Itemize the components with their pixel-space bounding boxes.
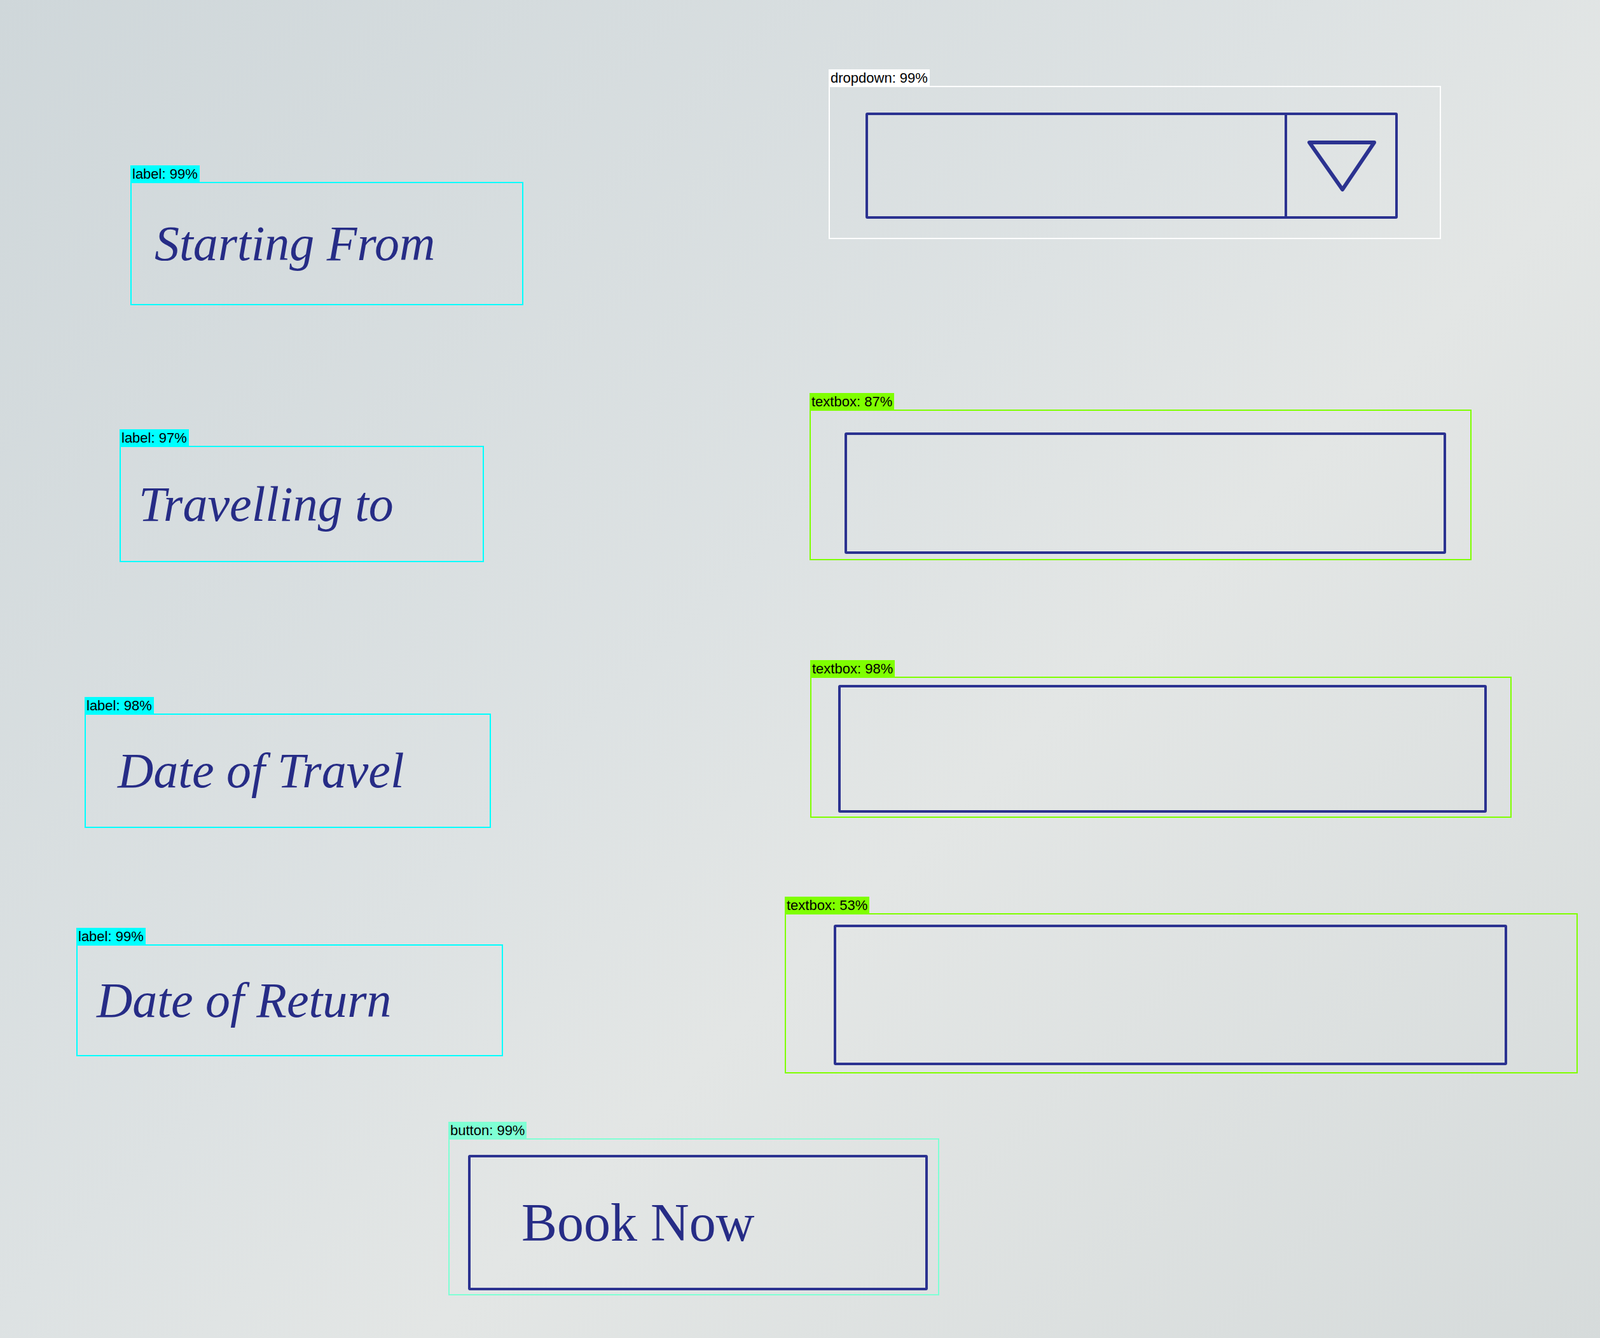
handwritten-label: Starting From <box>154 214 435 273</box>
dropdown-field[interactable] <box>868 115 1285 217</box>
label-detection: label: 98%Date of Travel <box>84 713 491 828</box>
label-detection: label: 99%Date of Return <box>76 944 504 1057</box>
label-detection: label: 97%Travelling to <box>119 445 484 563</box>
label-detection: label: 99%Starting From <box>130 181 524 306</box>
textbox-detection: textbox: 87% <box>809 409 1472 561</box>
textbox-sketch[interactable] <box>838 684 1487 813</box>
detection-tag: button: 99% <box>448 1121 527 1139</box>
sketch-photo: dropdown: 99%label: 99%Starting Fromtext… <box>0 0 1600 1338</box>
detection-tag: label: 97% <box>119 429 189 447</box>
detection-tag: dropdown: 99% <box>828 69 930 87</box>
dropdown-arrow[interactable] <box>1284 115 1396 217</box>
dropdown-sketch[interactable] <box>865 112 1398 219</box>
detection-tag: textbox: 98% <box>810 660 895 678</box>
button-label: Book Now <box>470 1191 755 1254</box>
textbox-sketch[interactable] <box>833 924 1508 1066</box>
textbox-sketch[interactable] <box>844 432 1447 554</box>
button-detection: button: 99%Book Now <box>448 1138 940 1296</box>
detection-tag: label: 99% <box>76 927 146 945</box>
detection-tag: textbox: 87% <box>809 393 895 411</box>
button-sketch[interactable]: Book Now <box>468 1154 928 1291</box>
detection-tag: label: 98% <box>84 696 154 715</box>
triangle-down-icon <box>1303 137 1380 195</box>
handwritten-label: Date of Travel <box>117 742 405 800</box>
textbox-detection: textbox: 53% <box>784 913 1578 1074</box>
detection-tag: textbox: 53% <box>784 896 870 914</box>
detection-tag: label: 99% <box>130 165 200 183</box>
textbox-detection: textbox: 98% <box>810 676 1512 818</box>
dropdown-detection: dropdown: 99% <box>828 85 1442 240</box>
handwritten-label: Travelling to <box>138 475 394 533</box>
handwritten-label: Date of Return <box>96 971 392 1029</box>
